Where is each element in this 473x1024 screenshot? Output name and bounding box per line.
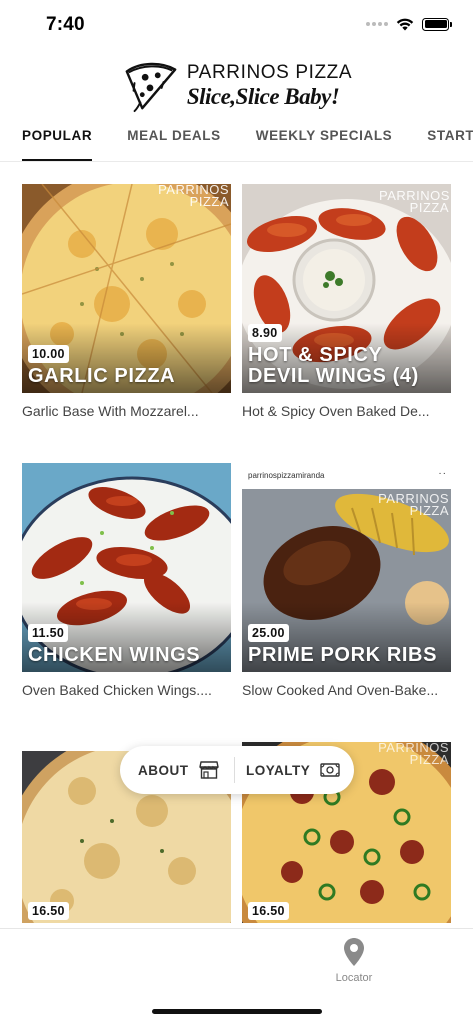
pizza-logo-icon	[125, 62, 177, 113]
product-card[interactable]: parrinospizzamiranda ·· PARRINOS PIZZA 2…	[242, 463, 451, 698]
status-time: 7:40	[46, 14, 85, 35]
product-image[interactable]: PARRINOS PIZZA 8.90 HOT & SPICY DEVIL WI…	[242, 184, 451, 393]
watermark-text: PARRINOS PIZZA	[379, 188, 450, 216]
logo-tagline: Slice,Slice Baby!	[186, 83, 340, 109]
product-image[interactable]: PARRINOS PIZZA 10.00 GARLIC PIZZA	[22, 184, 231, 393]
price-badge: 16.50	[28, 902, 69, 920]
about-label: ABOUT	[138, 762, 189, 778]
shop-icon	[198, 761, 219, 779]
watermark-text: PARRINOS PIZZA	[158, 184, 229, 210]
tab-popular[interactable]: POPULAR	[22, 118, 93, 161]
cash-icon	[320, 763, 340, 777]
status-bar: 7:40	[0, 0, 473, 50]
price-badge: 25.00	[248, 624, 289, 642]
product-title: HOT & SPICY DEVIL WINGS (4)	[248, 344, 419, 387]
price-badge: 10.00	[28, 345, 69, 363]
loyalty-label: LOYALTY	[246, 762, 311, 778]
watermark-text: PARRINOS PIZZA	[378, 491, 449, 519]
product-image[interactable]: 11.50 CHICKEN WINGS	[22, 463, 231, 672]
image-caption: parrinospizzamiranda	[248, 471, 325, 480]
floating-info-menu: ABOUT LOYALTY	[120, 746, 354, 794]
logo-title: PARRINOS PIZZA	[186, 61, 353, 83]
product-description: Slow Cooked And Oven-Bake...	[242, 682, 439, 698]
product-description: Oven Baked Chicken Wings....	[22, 682, 212, 698]
product-image[interactable]: parrinospizzamiranda ·· PARRINOS PIZZA 2…	[242, 463, 451, 672]
price-badge: 11.50	[28, 624, 69, 642]
price-badge: 16.50	[248, 902, 289, 920]
app-header: PARRINOS PIZZA Slice,Slice Baby!	[0, 52, 473, 118]
product-description: Garlic Base With Mozzarel...	[22, 403, 199, 419]
tab-weekly-specials[interactable]: WEEKLY SPECIALS	[256, 118, 393, 161]
loyalty-button[interactable]: LOYALTY	[235, 746, 340, 794]
category-tabs: POPULAR MEAL DEALS WEEKLY SPECIALS START…	[0, 118, 473, 162]
product-description: Hot & Spicy Oven Baked De...	[242, 403, 430, 419]
about-button[interactable]: ABOUT	[120, 746, 234, 794]
wifi-icon	[396, 18, 414, 31]
location-pin-icon	[344, 938, 364, 966]
tab-meal-deals[interactable]: MEAL DEALS	[127, 118, 221, 161]
product-card[interactable]: PARRINOS PIZZA 10.00 GARLIC PIZZA Garlic…	[22, 184, 231, 419]
status-icons	[366, 17, 452, 31]
battery-icon	[422, 17, 452, 31]
signal-icon	[366, 22, 388, 26]
tab-starters[interactable]: STARTERS	[427, 118, 473, 161]
home-indicator[interactable]	[152, 1009, 322, 1014]
price-badge: 8.90	[248, 324, 282, 342]
locator-label: Locator	[335, 972, 373, 984]
product-title: GARLIC PIZZA	[28, 365, 176, 387]
watermark-text: PARRINOS PIZZA	[378, 742, 449, 768]
product-title: PRIME PORK RIBS	[248, 644, 438, 666]
locator-button[interactable]: Locator	[330, 937, 378, 984]
product-card[interactable]: 11.50 CHICKEN WINGS Oven Baked Chicken W…	[22, 463, 231, 698]
product-card[interactable]: PARRINOS PIZZA 8.90 HOT & SPICY DEVIL WI…	[242, 184, 451, 419]
product-title: CHICKEN WINGS	[28, 644, 201, 666]
brand-logo: PARRINOS PIZZA Slice,Slice Baby!	[121, 56, 352, 114]
image-caption-bar: parrinospizzamiranda ··	[242, 463, 451, 489]
bottom-navigation: Locator	[0, 928, 473, 1024]
product-grid: PARRINOS PIZZA 10.00 GARLIC PIZZA Garlic…	[0, 162, 473, 928]
